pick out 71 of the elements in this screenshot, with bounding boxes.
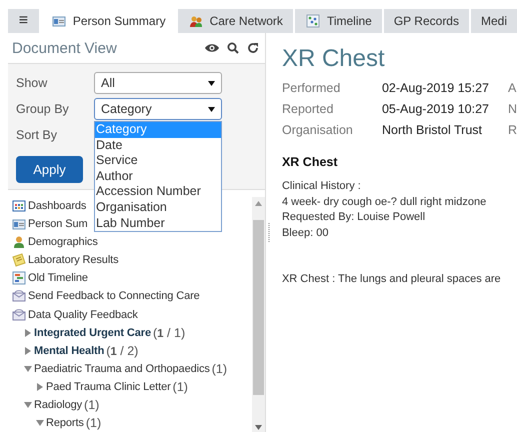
report-line: Bleep: 00 [282,226,330,240]
tree-link[interactable]: Old Timeline [28,272,88,284]
filter-label: Group By [16,102,70,116]
tab[interactable]: GP Records [384,9,469,33]
eye-icon[interactable] [204,43,219,53]
meta-value: North Bristol Trust [382,123,483,137]
meta-label: Organisation [282,123,354,137]
tree-folder[interactable]: Mental Health [34,344,104,357]
meta-value: 05-Aug-2019 10:27 [382,102,490,116]
meta-label: N [508,102,517,116]
report-line: 4 week- dry cough oe-? dull right midzone [282,194,488,210]
report-text: XR Chest : The lungs and pleural spaces are [282,272,502,287]
item-count: (1 / 2) [106,344,138,358]
tree-link[interactable]: Person Sum [28,218,88,230]
item-count: (1) [86,416,102,430]
timeline-icon [12,271,26,286]
tree-link[interactable]: Data Quality Feedback [28,308,138,320]
tab[interactable]: Timeline [294,9,382,33]
caret-icon [24,346,32,355]
tree-folder[interactable]: Radiology [34,398,82,411]
meta-label: Reported [282,102,334,116]
tree-folder[interactable]: Integrated Urgent Care [34,326,151,339]
dropdown[interactable]: Category [94,98,222,120]
people-icon [188,14,204,28]
refresh-icon[interactable] [246,42,259,54]
scrollbar[interactable] [252,197,265,432]
apply-button[interactable]: Apply [16,156,83,183]
meta-label: Performed [282,81,342,95]
person-icon [12,235,26,250]
report-line: Requested By: Louise Powell [282,210,426,225]
report-heading: XR Chest [282,155,339,169]
meta-label: R [508,123,517,137]
grid-icon [12,199,26,214]
document-title: XR Chest [282,45,386,73]
notepad-icon [12,253,26,268]
menu-button[interactable]: ≡ [8,9,39,33]
item-count: (1 / 1) [153,326,186,340]
item-count: (1) [84,398,100,412]
tree-link[interactable]: Send Feedback to Connecting Care [28,290,200,302]
caret-icon [208,80,215,86]
caret-icon [24,328,32,337]
caret-icon [24,400,32,409]
id-card-icon [12,217,26,232]
envelope-icon [12,308,26,322]
report-line: Clinical History : [282,179,362,194]
item-count: (1) [172,380,188,394]
filter-label: Show [16,76,48,90]
item-count: (1) [212,362,228,376]
tree-link[interactable]: Demographics [28,236,98,248]
tab[interactable]: Care Network [178,9,293,33]
tree-folder[interactable]: Paed Trauma Clinic Letter [46,380,171,393]
meta-label: A [508,81,517,95]
caret-icon [24,364,32,373]
tree-link[interactable]: Laboratory Results [28,254,119,266]
caret-icon [36,418,44,427]
panel-title: Document View [12,40,117,56]
tree-link[interactable]: Dashboards [28,200,86,212]
tree-folder[interactable]: Reports [46,416,84,429]
timeline-icon [304,14,321,28]
caret-icon [36,382,44,391]
meta-value: 02-Aug-2019 15:27 [382,81,490,95]
tab[interactable]: Medi [470,9,517,33]
filter-label: Sort By [16,128,58,142]
tree-folder[interactable]: Paediatric Trauma and Orthopaedics [34,362,210,375]
id-card-icon [50,14,67,28]
dropdown[interactable]: All [94,72,222,94]
scroll-down-icon[interactable] [254,425,262,430]
splitter-handle[interactable] [268,222,270,242]
envelope-icon [12,289,26,304]
search-icon[interactable] [226,42,239,54]
caret-icon [208,106,215,112]
